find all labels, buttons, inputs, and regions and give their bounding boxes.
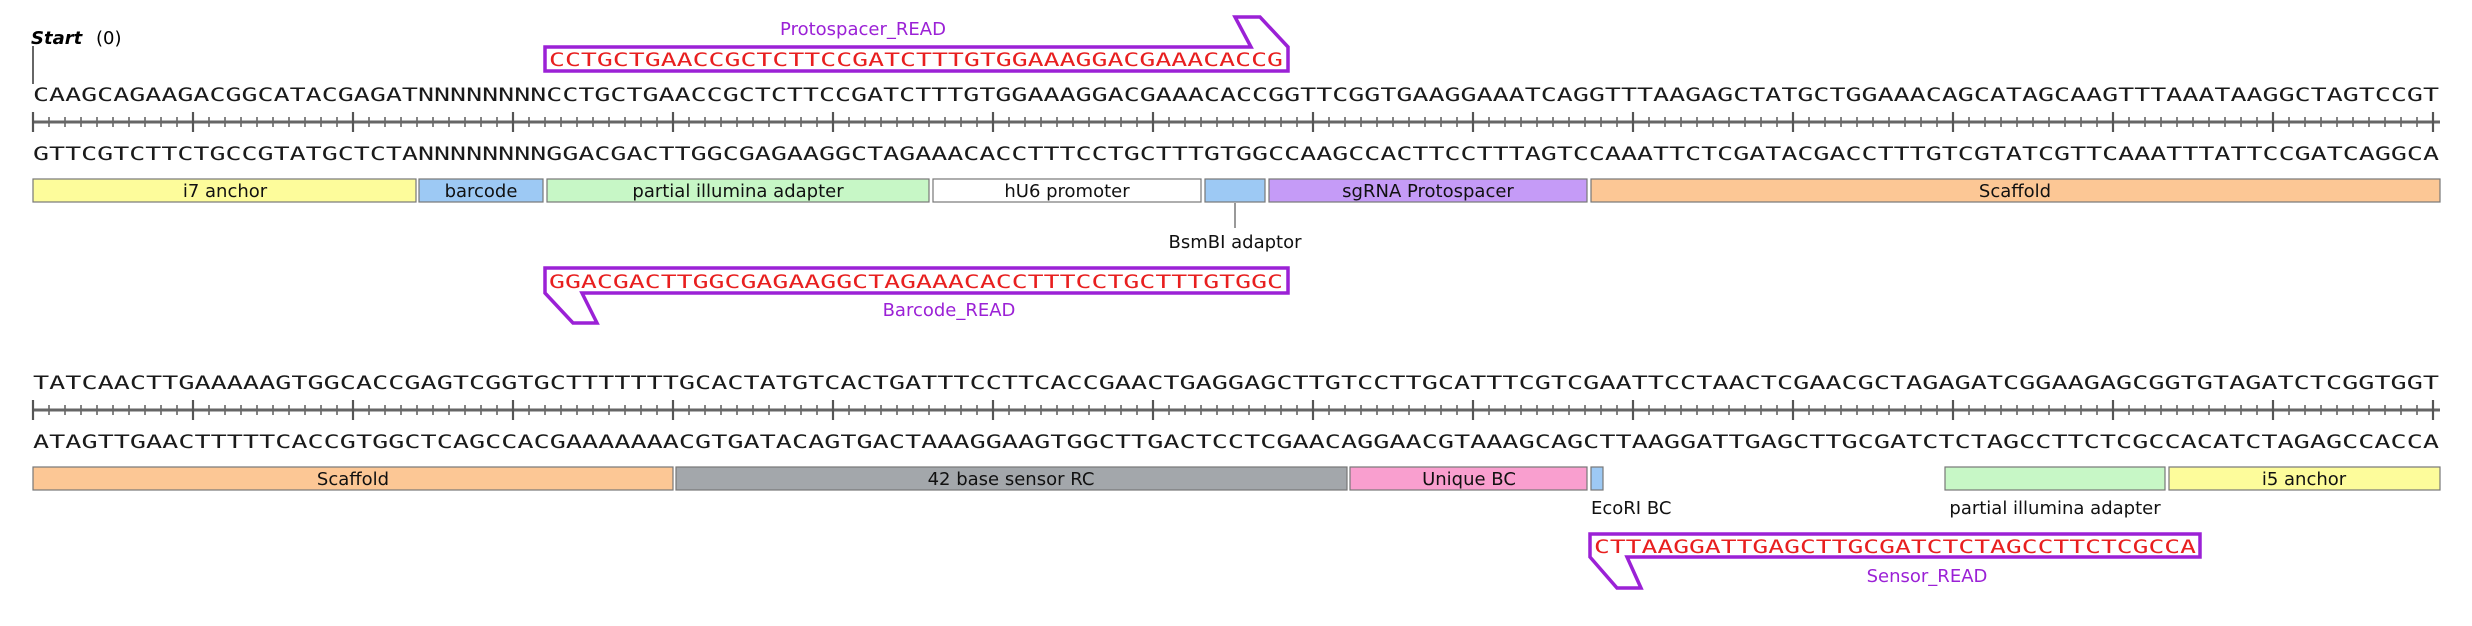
barcode-read-primer-sequence: GGACGACTTGGCGAGAAGGCTAGAAACACCTTTCCTGCTT…	[549, 271, 1283, 293]
ecori-bc-callout-label: EcoRI BC	[1591, 498, 1671, 519]
feature-bsmbi-adaptor-box	[1204, 178, 1266, 203]
barcode-read-primer-label: Barcode_READ	[883, 300, 1016, 321]
feature-scaffold-label: Scaffold	[1979, 181, 2051, 202]
sequence-ruler	[31, 112, 2440, 132]
feature-ecori-bc[interactable]	[1590, 466, 1604, 491]
feature-ecori-bc-box	[1590, 466, 1604, 491]
feature-42-base-sensor-rc-label: 42 base sensor RC	[928, 469, 1095, 490]
sensor-read-primer-sequence: CTTAAGGATTGAGCTTGCGATCTCTAGCCTTCTCGCCA	[1594, 536, 2197, 558]
bsmbi-adaptor-callout-label: BsmBI adaptor	[1168, 232, 1302, 253]
feature-hu6-promoter[interactable]: hU6 promoter	[932, 178, 1202, 203]
feature-scaffold-label: Scaffold	[317, 469, 389, 490]
top-strand-sequence: CAAGCAGAAGACGGCATACGAGATNNNNNNNNCCTGCTGA…	[33, 84, 2439, 106]
feature-sgrna-protospacer-label: sgRNA Protospacer	[1342, 181, 1514, 202]
feature-i5-anchor-label: i5 anchor	[2262, 469, 2347, 490]
feature-partial-illumina-adapter-label: partial illumina adapter	[632, 181, 844, 202]
protospacer-read-primer-label: Protospacer_READ	[780, 19, 946, 40]
sequence-map: Start (0) CCTGCTGAACCGCTCTTCCGATCTTTGTGG…	[0, 0, 2472, 626]
feature-partial-illumina-adapter-label: partial illumina adapter	[1949, 498, 2161, 519]
feature-i7-anchor-label: i7 anchor	[183, 181, 268, 202]
feature-hu6-promoter-label: hU6 promoter	[1004, 181, 1130, 202]
top-strand-sequence: TATCAACTTGAAAAAGTGGCACCGAGTCGGTGCTTTTTTT…	[33, 372, 2439, 394]
feature-42-base-sensor-rc[interactable]: 42 base sensor RC	[675, 466, 1348, 491]
sequence-ruler	[31, 400, 2440, 420]
feature-unique-bc[interactable]: Unique BC	[1349, 466, 1588, 491]
bottom-strand-sequence: GTTCGTCTTCTGCCGTATGCTCTANNNNNNNNGGACGACT…	[33, 143, 2440, 165]
feature-sgrna-protospacer[interactable]: sgRNA Protospacer	[1268, 178, 1588, 203]
feature-partial-illumina-adapter[interactable]: partial illumina adapter	[546, 178, 930, 203]
feature-scaffold[interactable]: Scaffold	[32, 466, 674, 491]
start-position: (0)	[96, 28, 122, 49]
feature-partial-illumina-adapter[interactable]	[1944, 466, 2166, 491]
feature-scaffold[interactable]: Scaffold	[1590, 178, 2441, 203]
sequence-map-canvas: Start (0) CCTGCTGAACCGCTCTTCCGATCTTTGTGG…	[31, 15, 2441, 590]
feature-i5-anchor[interactable]: i5 anchor	[2168, 466, 2441, 491]
bottom-strand-sequence: ATAGTTGAACTTTTTCACCGTGGCTCAGCCACGAAAAAAA…	[33, 431, 2440, 453]
feature-barcode-label: barcode	[445, 181, 518, 202]
start-label: Start	[31, 28, 84, 49]
protospacer-read-primer-sequence: CCTGCTGAACCGCTCTTCCGATCTTTGTGGAAAGGACGAA…	[549, 49, 1283, 71]
sensor-read-primer-label: Sensor_READ	[1867, 566, 1988, 587]
feature-partial-illumina-adapter-box	[1944, 466, 2166, 491]
feature-unique-bc-label: Unique BC	[1422, 469, 1516, 490]
feature-barcode[interactable]: barcode	[418, 178, 544, 203]
feature-i7-anchor[interactable]: i7 anchor	[32, 178, 417, 203]
feature-bsmbi-adaptor[interactable]	[1204, 178, 1266, 203]
